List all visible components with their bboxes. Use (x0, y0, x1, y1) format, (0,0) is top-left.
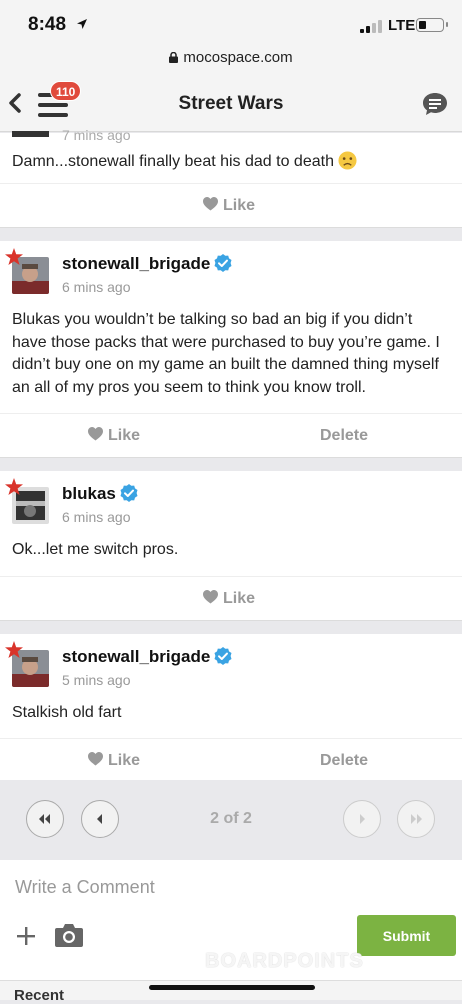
delete-button[interactable]: Delete (320, 739, 368, 783)
lock-icon (169, 52, 179, 63)
like-label: Like (223, 589, 256, 607)
like-button[interactable]: Like (203, 184, 255, 228)
comment-card: stonewall_brigade 5 mins ago Stalkish ol… (0, 633, 462, 783)
like-button[interactable]: Like (203, 577, 255, 621)
username-text: stonewall_brigade (62, 254, 211, 273)
comment-time: 5 mins ago (62, 671, 131, 688)
comment-text-content: Damn...stonewall finally beat his dad to… (12, 153, 334, 170)
watermark-text: BOARDPOINTS (205, 950, 364, 972)
comment-input[interactable] (0, 860, 462, 914)
app-header: Street Wars 110 (0, 76, 462, 132)
username-text: stonewall_brigade (62, 646, 211, 666)
url-bar[interactable]: mocospace.com (0, 42, 462, 76)
username-text: blukas (62, 484, 116, 503)
comment-composer: Submit BOARDPOINTS (0, 860, 462, 980)
submit-button[interactable]: Submit (357, 915, 456, 956)
username[interactable]: stonewall_brigade (62, 646, 232, 667)
like-button[interactable]: Like (88, 739, 140, 783)
comment-actions: Like Delete (0, 413, 462, 457)
username[interactable]: stonewall_brigade (62, 254, 232, 274)
section-title: Recent (14, 987, 65, 1004)
status-bar: 8:48 LTE (0, 0, 462, 42)
like-label: Like (223, 197, 256, 214)
page-indicator: 2 of 2 (210, 810, 252, 827)
signal-icon (360, 19, 382, 33)
comment-actions: Like Delete (0, 738, 462, 782)
star-icon (5, 640, 23, 658)
comment-card: stonewall_brigade 6 mins ago Blukas you … (0, 241, 462, 458)
network-label: LTE (388, 17, 416, 34)
comment-time: 6 mins ago (62, 279, 131, 295)
pagination: 2 of 2 (0, 780, 462, 860)
comment-actions: Like (0, 183, 462, 227)
heart-icon (88, 752, 103, 766)
like-label: Like (108, 427, 141, 444)
next-section-header: Recent (0, 980, 462, 1004)
url-text: mocospace.com (183, 49, 293, 66)
verified-badge-icon (120, 484, 138, 502)
verified-badge-icon (214, 254, 232, 272)
comment-feed: 7 mins ago Damn...stonewall finally beat… (0, 127, 462, 783)
comment-actions: Like (0, 575, 462, 621)
last-page-button[interactable] (397, 800, 435, 838)
verified-badge-icon (214, 646, 232, 665)
like-label: Like (108, 752, 141, 769)
comment-time: 7 mins ago (62, 127, 131, 143)
back-chevron-icon[interactable] (6, 92, 24, 114)
star-icon (5, 248, 23, 265)
heart-icon (203, 197, 218, 211)
comment-card: 7 mins ago Damn...stonewall finally beat… (0, 127, 462, 228)
heart-icon (203, 589, 218, 603)
comment-card: blukas 6 mins ago Ok...let me switch pro… (0, 471, 462, 621)
heart-icon (88, 427, 103, 441)
chevron-right-icon (360, 814, 365, 824)
star-icon (5, 478, 23, 495)
camera-icon[interactable] (54, 922, 84, 948)
notification-badge: 110 (50, 81, 82, 101)
comment-time: 6 mins ago (62, 509, 131, 525)
battery-icon (416, 18, 448, 32)
home-indicator[interactable] (149, 985, 315, 990)
comment-text: Blukas you wouldn’t be talking so bad an… (12, 311, 440, 396)
like-button[interactable]: Like (88, 414, 140, 458)
sad-face-emoji-icon (338, 151, 357, 170)
delete-button[interactable]: Delete (320, 414, 368, 458)
next-page-button[interactable] (343, 800, 381, 838)
chat-bubble-icon[interactable] (422, 92, 448, 116)
comment-text: Damn...stonewall finally beat his dad to… (12, 151, 357, 171)
avatar[interactable] (12, 131, 49, 137)
status-time: 8:48 (28, 14, 67, 35)
plus-icon[interactable] (16, 926, 36, 946)
double-chevron-right-icon (411, 814, 422, 824)
location-arrow-icon (77, 19, 87, 29)
username[interactable]: blukas (62, 484, 138, 504)
